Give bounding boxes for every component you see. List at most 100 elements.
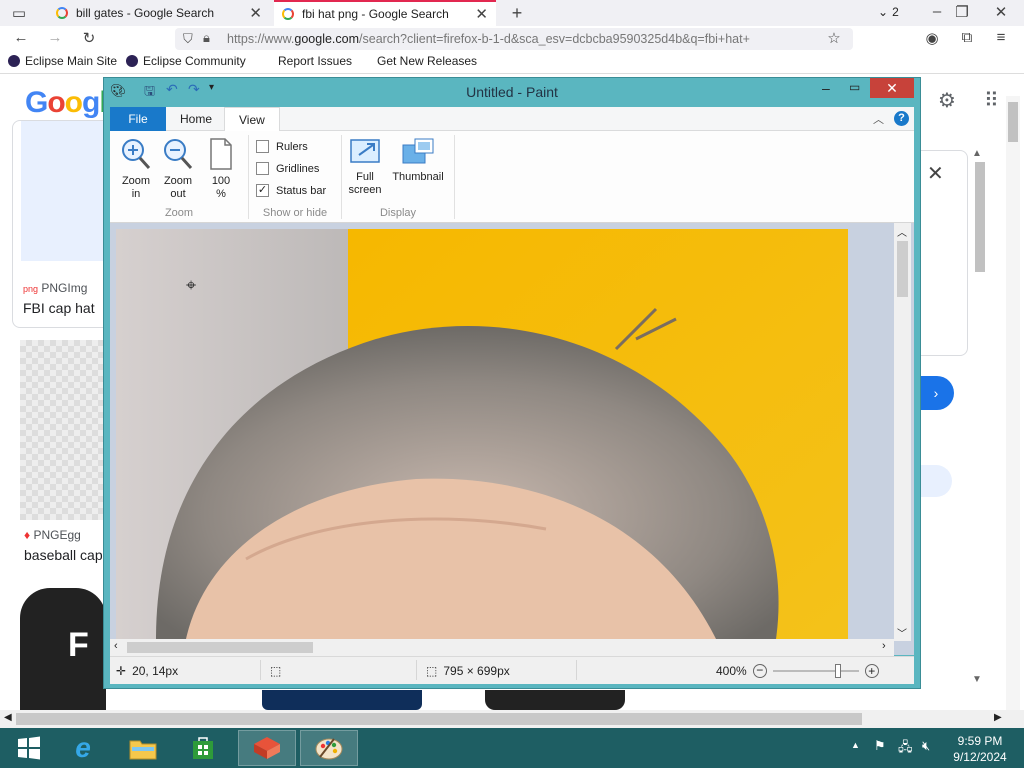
minimize-ribbon-icon[interactable]: ︿ — [873, 111, 884, 127]
start-button[interactable] — [0, 730, 58, 766]
reload-icon[interactable]: ↻ — [78, 29, 100, 47]
result-source-label: PNGImg — [41, 281, 88, 295]
bookmark-report-issues[interactable]: Report Issues — [278, 54, 352, 68]
scroll-down-icon[interactable]: ﹀ — [897, 625, 907, 640]
next-arrow-button[interactable]: › — [918, 376, 954, 410]
tab-home[interactable]: Home — [166, 107, 226, 131]
tab-list-icon[interactable]: ▭ — [8, 4, 30, 22]
zoom-100-button[interactable]: 100 % — [202, 137, 240, 201]
scroll-left-icon[interactable]: ‹ — [114, 640, 118, 652]
cursor-position-text: 20, 14px — [132, 664, 179, 678]
menu-icon[interactable]: ≡ — [990, 29, 1012, 46]
file-explorer-button[interactable] — [114, 730, 172, 766]
zoom-in-icon — [122, 139, 151, 170]
result-title[interactable]: baseball cap — [24, 547, 103, 563]
help-icon[interactable]: ? — [894, 111, 909, 126]
scroll-left-icon[interactable]: ◀ — [4, 712, 12, 723]
selection-icon: ⬚ — [270, 664, 282, 678]
zoom-in-icon[interactable]: + — [864, 664, 879, 678]
internet-explorer-button[interactable]: e — [54, 730, 112, 766]
result-thumbnail[interactable] — [20, 340, 104, 520]
zoom-slider[interactable] — [772, 664, 859, 678]
scroll-thumb[interactable] — [975, 162, 985, 272]
close-button[interactable]: ✕ — [870, 78, 914, 98]
zoom-level: 400% — [716, 664, 747, 678]
close-tab-icon[interactable]: ✕ — [249, 4, 262, 22]
close-window-icon[interactable]: ✕ — [990, 3, 1012, 21]
minimize-icon[interactable]: – — [822, 80, 830, 96]
checkmark-icon[interactable]: ✓ — [256, 184, 269, 197]
extensions-icon[interactable]: ⧉ — [956, 29, 978, 46]
show-hidden-icons-icon[interactable]: ▲ — [851, 740, 860, 750]
canvas-image[interactable]: ⌖ — [116, 229, 848, 639]
zoom-slider-thumb[interactable] — [835, 664, 842, 678]
scroll-right-icon[interactable]: ▶ — [994, 712, 1002, 723]
ribbon-separator — [454, 135, 455, 219]
app-button[interactable] — [238, 730, 296, 766]
checkbox-box[interactable] — [256, 162, 269, 175]
page-icon — [210, 138, 232, 170]
zoomed-photo — [116, 229, 848, 639]
browser-scrollbar[interactable] — [1006, 96, 1020, 716]
url-bar[interactable]: ⛉ 🔒︎ https://www. google.com/search?clien… — [175, 28, 853, 50]
paint-window: 🎨︎ 🖫 ↶ ↷ ▾ Untitled - Paint – ▭ ✕ File H… — [103, 77, 921, 689]
restore-icon[interactable]: ❐ — [951, 3, 973, 21]
full-screen-button[interactable]: Full screen — [346, 137, 384, 197]
zoom-in-button[interactable]: Zoom in — [116, 137, 156, 201]
status-bar-checkbox[interactable]: ✓ Status bar — [256, 184, 326, 197]
zoom-out-button[interactable]: Zoom out — [158, 137, 198, 201]
tab-view[interactable]: View — [224, 107, 280, 131]
new-tab-icon[interactable]: + — [506, 3, 528, 24]
app-cube-icon — [254, 737, 280, 759]
action-center-flag-icon[interactable]: ⚑ — [874, 738, 886, 754]
scroll-thumb[interactable] — [16, 713, 862, 725]
checkbox-box[interactable] — [256, 140, 269, 153]
forward-icon[interactable]: → — [44, 29, 66, 46]
canvas-vertical-scrollbar[interactable]: ︿ ﹀ — [894, 223, 911, 641]
scroll-up-icon[interactable]: ︿ — [897, 224, 907, 239]
scroll-right-icon[interactable]: › — [882, 640, 886, 652]
thumbnail-button[interactable]: Thumbnail — [388, 137, 448, 184]
tab-fbi-hat[interactable]: fbi hat png - Google Search ✕ — [274, 0, 496, 26]
paint-title-bar[interactable]: 🎨︎ 🖫 ↶ ↷ ▾ Untitled - Paint – ▭ ✕ — [104, 78, 920, 104]
bookmark-label: Report Issues — [278, 54, 353, 68]
store-button[interactable] — [174, 730, 232, 766]
lock-icon: 🔒︎ — [203, 30, 210, 45]
maximize-icon[interactable]: ▭ — [849, 80, 860, 94]
pill-button[interactable] — [918, 465, 952, 497]
account-icon[interactable]: ◉ — [921, 29, 943, 47]
bookmark-eclipse-main[interactable]: Eclipse Main Site — [8, 54, 117, 68]
minimize-icon[interactable]: – — [926, 3, 948, 20]
back-icon[interactable]: ← — [10, 29, 32, 46]
tab-overflow-button[interactable]: ⌄ 2 — [878, 5, 899, 19]
volume-muted-icon[interactable]: 🔇︎ — [922, 738, 930, 754]
apps-grid-icon[interactable]: ⠿ — [984, 88, 999, 113]
tab-file[interactable]: File — [110, 107, 166, 131]
bookmark-eclipse-community[interactable]: Eclipse Community — [126, 54, 246, 68]
result-title[interactable]: FBI cap hat — [23, 300, 95, 316]
clock[interactable]: 9:59 PM 9/12/2024 — [948, 733, 1012, 765]
page-scrollbar[interactable]: ▲ ▼ — [972, 148, 988, 688]
result-thumbnail[interactable]: F — [20, 588, 106, 710]
gridlines-checkbox[interactable]: Gridlines — [256, 162, 319, 175]
paint-taskbar-button[interactable] — [300, 730, 358, 766]
canvas-horizontal-scrollbar[interactable]: ‹ › — [110, 639, 894, 656]
zoom-control: 400% − + — [716, 664, 879, 678]
network-icon[interactable]: 🖧︎ — [898, 738, 913, 760]
tab-bill-gates[interactable]: bill gates - Google Search ✕ — [48, 0, 270, 26]
close-tab-icon[interactable]: ✕ — [475, 5, 488, 23]
store-icon — [193, 737, 213, 759]
google-logo[interactable]: Googl — [25, 86, 108, 120]
bookmark-star-icon[interactable]: ☆ — [823, 29, 845, 47]
bookmark-get-new-releases[interactable]: Get New Releases — [377, 54, 477, 68]
shield-icon: ⛉ — [183, 31, 193, 46]
zoom-out-icon[interactable]: − — [752, 664, 767, 678]
canvas-area[interactable]: ⌖ — [110, 223, 914, 655]
horizontal-scroll-thumb[interactable] — [127, 642, 313, 653]
bookmark-label: Get New Releases — [377, 54, 478, 68]
vertical-scroll-thumb[interactable] — [897, 241, 908, 297]
settings-gear-icon[interactable]: ⚙ — [938, 88, 956, 113]
page-horizontal-scrollbar[interactable]: ◀ ▶ — [0, 710, 1024, 728]
rulers-checkbox[interactable]: Rulers — [256, 140, 308, 153]
close-preview-icon[interactable]: ✕ — [927, 161, 944, 186]
